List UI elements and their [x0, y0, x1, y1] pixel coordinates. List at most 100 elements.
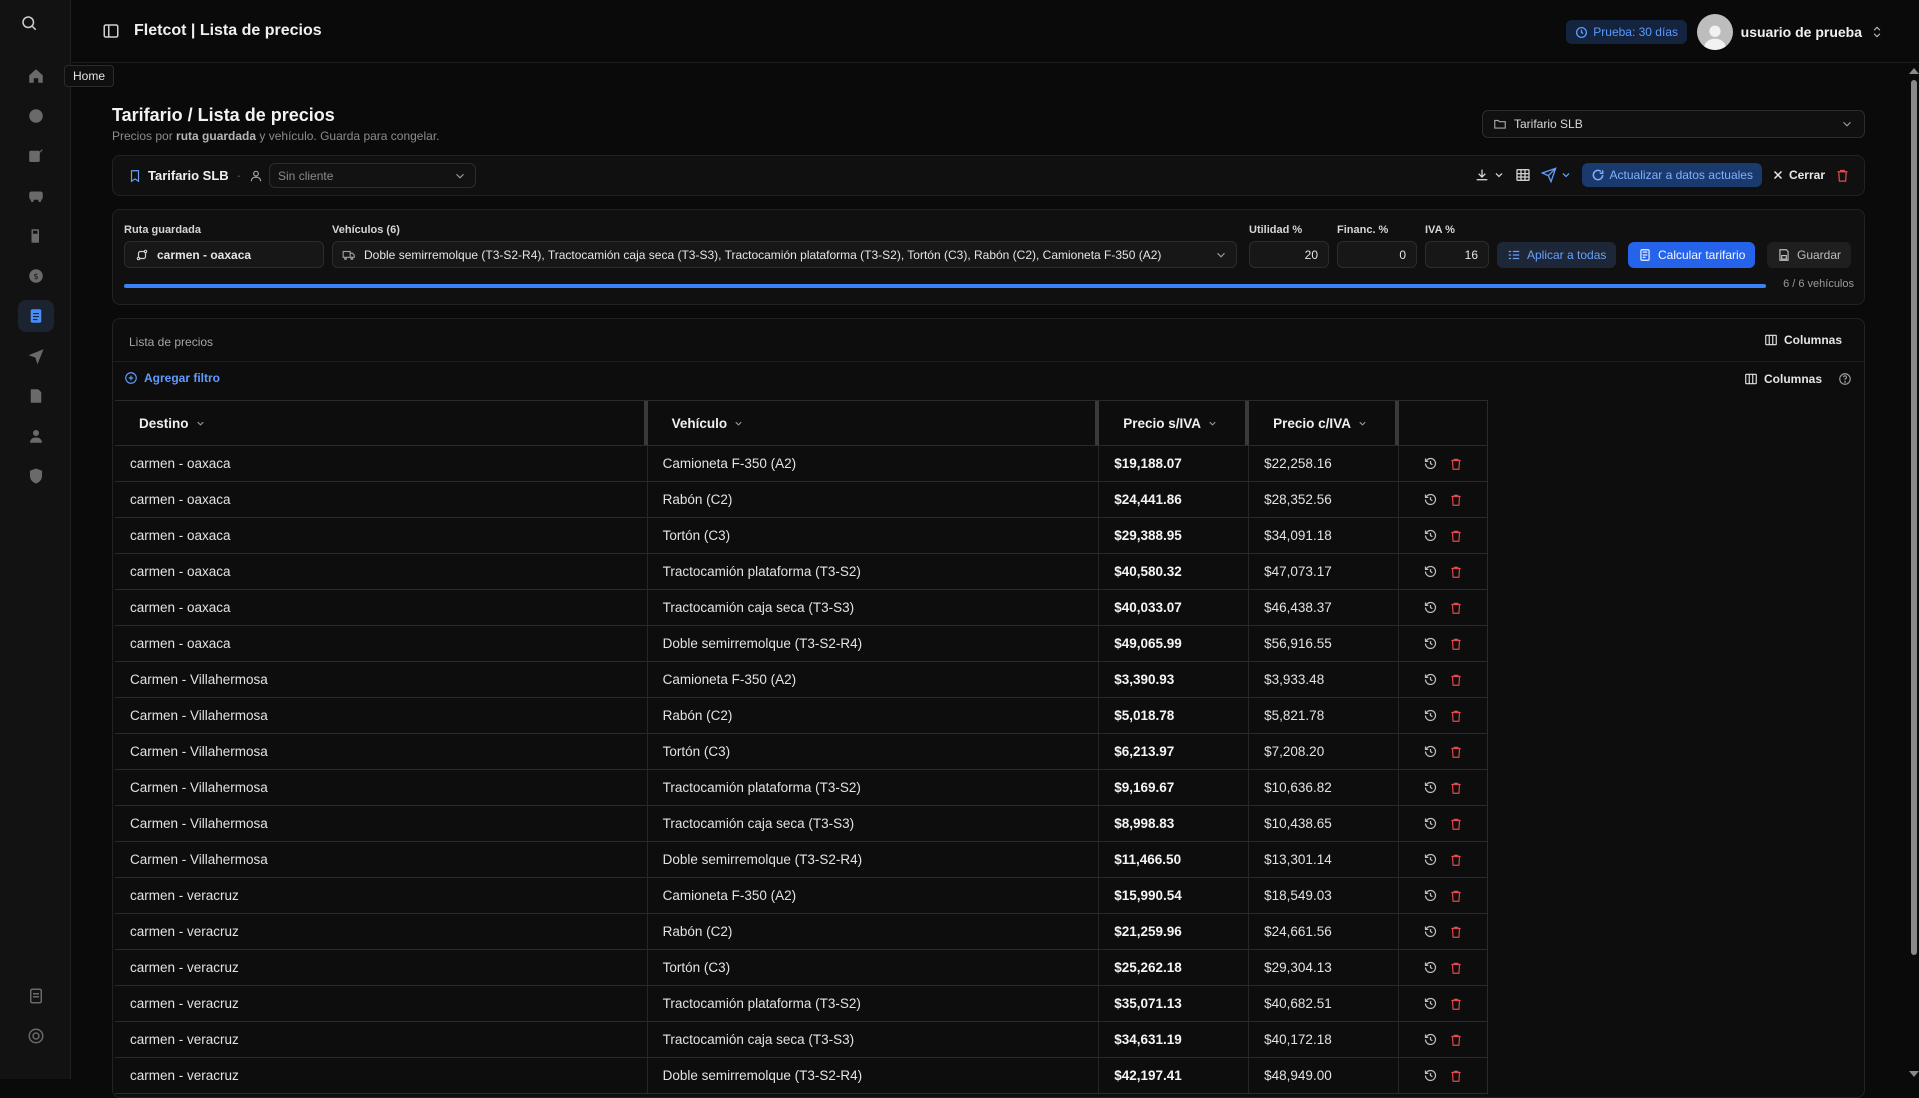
price-list-icon[interactable] — [18, 300, 54, 332]
help-icon[interactable] — [1838, 372, 1852, 386]
history-icon[interactable] — [1423, 564, 1438, 579]
columns-button-top[interactable]: Columnas — [1764, 333, 1842, 347]
trash-icon[interactable] — [1449, 961, 1463, 975]
header-destino[interactable]: Destino — [115, 401, 648, 445]
page-scrollbar[interactable] — [1908, 68, 1919, 1079]
columns-button[interactable]: Columnas — [1744, 372, 1822, 386]
history-icon[interactable] — [1423, 780, 1438, 795]
history-icon[interactable] — [1423, 960, 1438, 975]
history-icon[interactable] — [1423, 924, 1438, 939]
chevron-down-icon — [195, 418, 206, 429]
calculate-button[interactable]: Calcular tarifario — [1628, 242, 1756, 268]
save-button[interactable]: Guardar — [1767, 242, 1852, 268]
header-precio-con-iva[interactable]: Precio c/IVA — [1249, 401, 1400, 445]
shield-icon[interactable] — [18, 460, 54, 492]
edit-icon[interactable] — [18, 140, 54, 172]
history-icon[interactable] — [1423, 816, 1438, 831]
trash-icon[interactable] — [1449, 709, 1463, 723]
cell-actions — [1399, 734, 1487, 769]
trash-icon[interactable] — [1449, 997, 1463, 1011]
table-row: carmen - veracruz Doble semirremolque (T3… — [115, 1058, 1487, 1094]
history-icon[interactable] — [1423, 1068, 1438, 1083]
trash-icon[interactable] — [1449, 853, 1463, 867]
add-filter-button[interactable]: Agregar filtro — [124, 371, 220, 385]
trash-icon[interactable] — [1449, 745, 1463, 759]
financ-input[interactable]: 0 — [1337, 241, 1417, 268]
history-icon[interactable] — [1423, 996, 1438, 1011]
user-menu[interactable]: usuario de prueba — [1696, 14, 1884, 50]
calculator-icon — [1638, 248, 1652, 262]
truck-icon[interactable] — [18, 180, 54, 212]
tarifario-select[interactable]: Tarifario SLB — [1482, 110, 1865, 138]
scroll-thumb[interactable] — [1911, 80, 1917, 955]
close-button[interactable]: Cerrar — [1772, 168, 1825, 182]
trash-icon[interactable] — [1449, 457, 1463, 471]
scroll-down-arrow[interactable] — [1909, 1071, 1919, 1077]
header-precio-sin-iva[interactable]: Precio s/IVA — [1099, 401, 1250, 445]
iva-input[interactable]: 16 — [1425, 241, 1489, 268]
cell-precio-con-iva: $7,208.20 — [1249, 734, 1400, 769]
trash-icon[interactable] — [1449, 637, 1463, 651]
vehicles-select[interactable]: Doble semirremolque (T3-S2-R4), Tractoca… — [332, 241, 1237, 268]
utilidad-input[interactable]: 20 — [1249, 241, 1329, 268]
trash-icon[interactable] — [1449, 601, 1463, 615]
fuel-icon[interactable] — [18, 220, 54, 252]
columns-icon — [1744, 372, 1758, 386]
header-precio-con-iva-label: Precio c/IVA — [1273, 415, 1351, 431]
trash-icon[interactable] — [1449, 889, 1463, 903]
send-icon[interactable] — [18, 340, 54, 372]
history-icon[interactable] — [1423, 708, 1438, 723]
trash-icon[interactable] — [1449, 673, 1463, 687]
history-icon[interactable] — [1423, 600, 1438, 615]
history-icon[interactable] — [1423, 888, 1438, 903]
update-data-button[interactable]: Actualizar a datos actuales — [1581, 163, 1762, 187]
params-card: Ruta guardada carmen - oaxaca Vehículos … — [112, 209, 1865, 305]
download-button[interactable] — [1474, 167, 1505, 183]
cell-precio-sin-iva: $34,631.19 — [1099, 1022, 1250, 1057]
cell-actions — [1399, 1058, 1487, 1093]
support-icon[interactable] — [18, 1020, 54, 1052]
history-icon[interactable] — [1423, 672, 1438, 687]
history-icon[interactable] — [1423, 456, 1438, 471]
trash-icon[interactable] — [1449, 925, 1463, 939]
table-view-button[interactable] — [1515, 167, 1531, 183]
trash-icon[interactable] — [1449, 1033, 1463, 1047]
client-dropdown[interactable]: Sin cliente — [269, 163, 477, 188]
history-icon[interactable] — [1423, 1032, 1438, 1047]
table-row: carmen - veracruz Tortón (C3) $25,262.18 $2… — [115, 950, 1487, 986]
table-row: Carmen - Villahermosa Doble semirremolque… — [115, 842, 1487, 878]
history-icon[interactable] — [1423, 744, 1438, 759]
trash-icon[interactable] — [1449, 565, 1463, 579]
cell-actions — [1399, 662, 1487, 697]
cell-vehiculo: Camioneta F-350 (A2) — [648, 878, 1100, 913]
history-icon[interactable] — [1423, 528, 1438, 543]
search-icon[interactable] — [20, 14, 38, 32]
history-icon[interactable] — [1423, 492, 1438, 507]
trash-icon[interactable] — [1449, 817, 1463, 831]
globe-icon[interactable] — [18, 100, 54, 132]
dollar-icon[interactable]: $ — [18, 260, 54, 292]
history-icon[interactable] — [1423, 636, 1438, 651]
route-select[interactable]: carmen - oaxaca — [124, 241, 324, 268]
trash-icon[interactable] — [1449, 1069, 1463, 1083]
trial-badge[interactable]: Prueba: 30 días — [1566, 20, 1687, 44]
apply-all-button[interactable]: Aplicar a todas — [1497, 242, 1617, 268]
trash-icon[interactable] — [1449, 781, 1463, 795]
cell-actions — [1399, 554, 1487, 589]
trash-icon[interactable] — [1449, 493, 1463, 507]
user-icon[interactable] — [18, 420, 54, 452]
client-select[interactable]: Sin cliente — [249, 163, 477, 188]
sidebar-toggle-icon[interactable] — [102, 22, 120, 40]
home-icon[interactable] — [18, 60, 54, 92]
delete-tarifario-button[interactable] — [1835, 168, 1850, 183]
send-button[interactable] — [1540, 167, 1572, 183]
docs-icon[interactable] — [18, 980, 54, 1012]
list-title: Lista de precios — [129, 335, 214, 349]
send-icon — [1540, 167, 1557, 183]
document-icon[interactable] — [18, 380, 54, 412]
cell-vehiculo: Camioneta F-350 (A2) — [648, 662, 1100, 697]
header-vehiculo[interactable]: Vehículo — [648, 401, 1100, 445]
trash-icon[interactable] — [1449, 529, 1463, 543]
scroll-up-arrow[interactable] — [1909, 68, 1919, 74]
history-icon[interactable] — [1423, 852, 1438, 867]
